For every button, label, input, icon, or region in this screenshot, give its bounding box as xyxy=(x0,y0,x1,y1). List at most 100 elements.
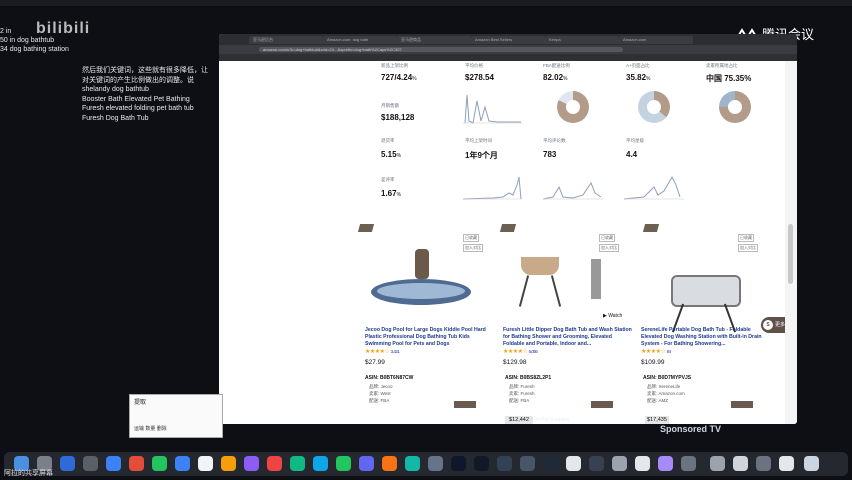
app-icon[interactable] xyxy=(313,456,328,471)
folder-icon[interactable] xyxy=(733,456,748,471)
browser-tab[interactable]: Amazon.com xyxy=(619,36,693,44)
action-button[interactable] xyxy=(731,401,753,408)
sparkline-chart xyxy=(543,181,603,200)
stat-label: 平均价格 xyxy=(465,63,483,68)
app-icon[interactable] xyxy=(382,456,397,471)
app-icon[interactable] xyxy=(267,456,282,471)
folder-icon[interactable] xyxy=(710,456,725,471)
messages-icon[interactable] xyxy=(152,456,167,471)
app-icon[interactable] xyxy=(658,456,673,471)
stat-label: A+页面占比 xyxy=(626,63,650,68)
stat-value: 82.02% xyxy=(543,73,568,82)
stat-label: FBA配送比例 xyxy=(543,63,570,68)
app-icon[interactable] xyxy=(589,456,604,471)
stat-label: 平均上架时间 xyxy=(465,138,492,143)
app-icon[interactable] xyxy=(359,456,374,471)
app-icon[interactable] xyxy=(681,456,696,471)
note-line: 50 in dog bathtub xyxy=(0,37,55,44)
s-icon: S xyxy=(762,320,773,330)
stat-value: 中国 75.35% xyxy=(706,74,752,83)
app-icon[interactable] xyxy=(83,456,98,471)
trash-icon[interactable] xyxy=(804,456,819,471)
app-icon[interactable] xyxy=(451,456,466,471)
app-icon[interactable] xyxy=(497,456,512,471)
rating-stars: ★★★★☆ 3,421 xyxy=(365,349,400,355)
browser-tab[interactable]: 亚马逊商品 xyxy=(397,36,471,44)
favorite-tag[interactable]: 已收藏 xyxy=(463,234,479,242)
sparkline-chart xyxy=(624,175,684,200)
app-icon[interactable] xyxy=(779,456,794,471)
note-line: shelandy dog bathtub xyxy=(82,86,149,93)
compare-tag[interactable]: 加入对比 xyxy=(463,244,483,252)
browser-tab[interactable]: Amazon.com: dog bath xyxy=(323,36,397,44)
capcut-icon[interactable] xyxy=(474,456,489,471)
sponsored-flag xyxy=(357,224,375,232)
sponsored-watermark: Sponsored TV xyxy=(660,424,722,434)
notes-keywords[interactable]: 然后我们关键词，这些就有很多降低，让 对关键词的产生比例做出的调整。说 shel… xyxy=(82,66,222,123)
product-image-tub[interactable] xyxy=(521,257,559,275)
mail-icon[interactable] xyxy=(175,456,190,471)
browser-tab[interactable]: 亚马逊后台 xyxy=(249,36,323,44)
compare-tag[interactable]: 加入对比 xyxy=(599,244,619,252)
app-icon[interactable] xyxy=(129,456,144,471)
action-button[interactable] xyxy=(591,401,613,408)
watch-label[interactable]: ▶ Watch xyxy=(603,313,622,319)
product-image-stand xyxy=(591,259,601,299)
app-icon[interactable] xyxy=(405,456,420,471)
product-image-figure xyxy=(415,249,429,279)
product-title[interactable]: SereneLife Portable Dog Bath Tub - Folda… xyxy=(641,327,771,348)
compare-tag[interactable]: 加入对比 xyxy=(738,244,758,252)
product-asin[interactable]: ASIN: B0BT6N87CW xyxy=(365,375,413,381)
stat-label: 卖家所属地占比 xyxy=(706,63,738,68)
note-line: Furesh elevated folding pet bath tub xyxy=(82,105,194,112)
stat-value: 727/4.24% xyxy=(381,73,417,82)
app-icon[interactable] xyxy=(106,456,121,471)
app-icon[interactable] xyxy=(290,456,305,471)
app-icon[interactable] xyxy=(543,456,558,471)
app-icon[interactable] xyxy=(612,456,627,471)
app-icon[interactable] xyxy=(566,456,581,471)
product-price: $109.99 xyxy=(641,359,665,366)
popup-title: 提取 xyxy=(134,400,147,406)
product-title[interactable]: Furesh Little Dipper Dog Bath Tub and Wa… xyxy=(503,327,633,348)
browser-tab[interactable]: Keepa xyxy=(545,36,619,44)
product-asin[interactable]: ASIN: B0BS8ZL2P1 xyxy=(505,375,551,381)
product-title[interactable]: Jecoo Dog Pool for Large Dogs Kiddie Poo… xyxy=(365,327,495,348)
sparkline-chart xyxy=(463,176,523,200)
stat-label: 退货率 xyxy=(381,138,395,143)
scroll-thumb[interactable] xyxy=(788,224,793,284)
mac-menubar xyxy=(0,0,852,6)
app-icon[interactable] xyxy=(635,456,650,471)
stat-label: 平均星级 xyxy=(626,138,644,143)
calendar-icon[interactable] xyxy=(198,456,213,471)
app-icon[interactable] xyxy=(756,456,771,471)
app-icon[interactable] xyxy=(244,456,259,471)
notes-icon[interactable] xyxy=(221,456,236,471)
sales-amount: $17,435 xyxy=(645,416,669,424)
note-line: Booster Bath Elevated Pet Bathing xyxy=(82,95,190,103)
browser-tab[interactable]: Amazon Best Sellers xyxy=(471,36,545,44)
product-image-leg xyxy=(518,275,530,307)
app-icon[interactable] xyxy=(428,456,443,471)
product-price: $129.98 xyxy=(503,359,527,366)
product-image-leg xyxy=(550,275,562,307)
product-image-tub[interactable] xyxy=(671,275,741,307)
stat-value: $278.54 xyxy=(465,73,494,82)
sparkline-chart xyxy=(463,94,523,124)
note-line: Furesh Dog Bath Tub xyxy=(82,114,149,122)
extract-popup[interactable]: 提取 运输 数量 删除 xyxy=(129,394,223,438)
wechat-icon[interactable] xyxy=(336,456,351,471)
donut-chart xyxy=(557,91,589,123)
action-button[interactable] xyxy=(454,401,476,408)
product-image-pool[interactable] xyxy=(371,279,471,305)
app-icon[interactable] xyxy=(520,456,535,471)
stat-label: 月销售额 xyxy=(381,103,399,108)
favorite-tag[interactable]: 已收藏 xyxy=(738,234,754,242)
browser-tab-strip: 亚马逊后台 Amazon.com: dog bath 亚马逊商品 Amazon … xyxy=(219,34,797,45)
rating-stars: ★★★★☆ 5,056 xyxy=(503,349,538,355)
popup-body: 运输 数量 删除 xyxy=(134,426,167,432)
url-input[interactable]: amazon.com/s?k=dog+bathtub&crid=2X...&sp… xyxy=(259,47,623,52)
product-asin[interactable]: ASIN: B0D7MYPVJS xyxy=(643,375,691,381)
safari-icon[interactable] xyxy=(60,456,75,471)
favorite-tag[interactable]: 已收藏 xyxy=(599,234,615,242)
